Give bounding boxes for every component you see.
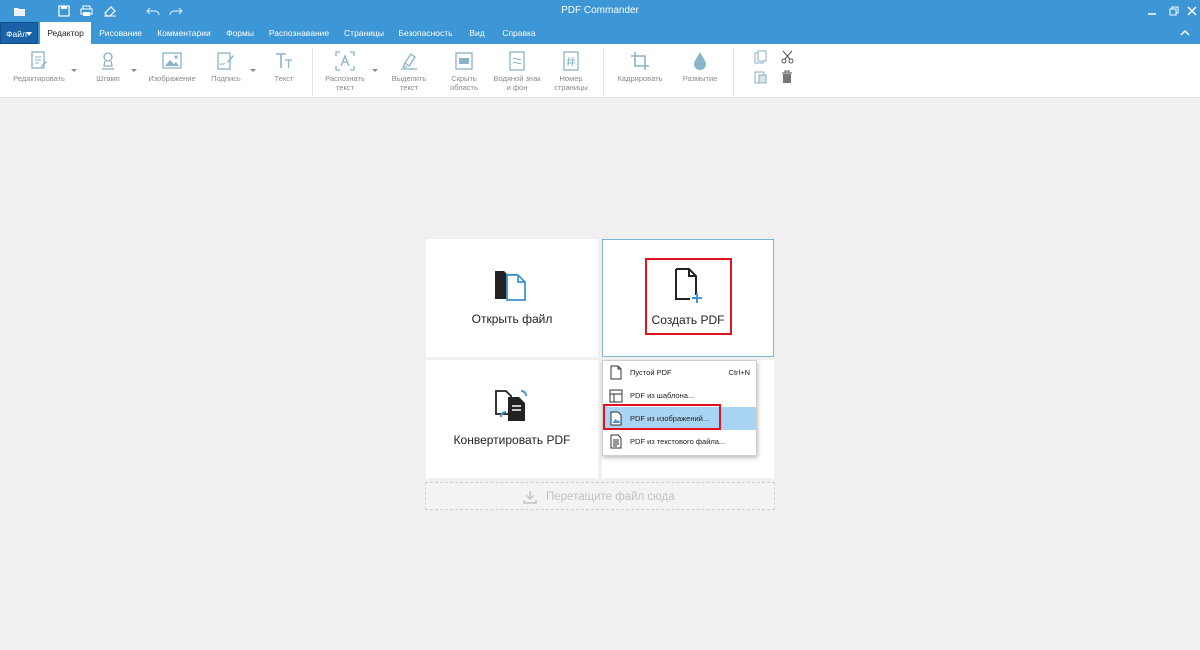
crop-icon (630, 51, 650, 71)
hide-area-icon (454, 51, 474, 71)
eraser-icon[interactable] (102, 3, 118, 19)
signature-button[interactable]: Подпись (206, 51, 246, 83)
download-icon (523, 490, 537, 504)
edit-document-icon (29, 51, 49, 71)
signature-dropdown-icon[interactable] (250, 69, 256, 72)
stamp-icon (98, 51, 118, 71)
image-icon (162, 51, 182, 71)
select-text-label: Выделить текст (391, 74, 427, 92)
watermark-label: Водяной знак и фон (493, 74, 541, 92)
image-label: Изображение (148, 74, 196, 83)
image-button[interactable]: Изображение (145, 51, 199, 83)
drop-zone[interactable]: Перетащите файл сюда (425, 482, 775, 510)
menu-item-label: Пустой PDF (630, 368, 672, 377)
hide-area-label: Скрыть область (450, 74, 478, 92)
toolbar-divider (312, 48, 313, 96)
tab-editor[interactable]: Редактор (40, 22, 91, 44)
close-icon[interactable] (1184, 3, 1200, 19)
print-icon[interactable] (78, 3, 94, 19)
create-pdf-highlight-box (645, 258, 732, 335)
file-menu-button[interactable]: Файл (0, 22, 38, 44)
text-file-icon (609, 433, 623, 450)
file-menu-label: Файл (6, 29, 27, 39)
signature-label: Подпись (211, 74, 241, 83)
tab-comments[interactable]: Комментарии (152, 22, 216, 44)
stamp-label: Штамп (96, 74, 120, 83)
blank-page-icon (609, 364, 623, 381)
restore-icon[interactable] (1166, 3, 1182, 19)
collapse-ribbon-icon[interactable] (1178, 26, 1192, 40)
recognize-dropdown-icon[interactable] (372, 69, 378, 72)
title-bar: PDF Commander (0, 0, 1200, 22)
menu-item-blank-pdf[interactable]: Пустой PDF Ctrl+N (603, 361, 756, 384)
recognize-text-label: Распознать текст (325, 74, 365, 92)
template-icon (609, 387, 623, 404)
menu-item-label: PDF из текстового файла... (630, 437, 726, 446)
convert-pdf-card[interactable]: Конвертировать PDF (426, 360, 598, 478)
chevron-down-icon (26, 32, 32, 36)
ribbon-tabs: Файл Редактор Рисование Комментарии Форм… (0, 22, 1200, 44)
recognize-text-icon (335, 51, 355, 71)
minimize-icon[interactable] (1144, 3, 1160, 19)
page-number-button[interactable]: Номер страницы (550, 51, 592, 92)
trash-icon[interactable] (780, 70, 794, 84)
blur-label: Размытие (682, 74, 718, 83)
copy-icon[interactable] (753, 50, 767, 64)
convert-pdf-label: Конвертировать PDF (453, 433, 571, 447)
text-button[interactable]: Текст (268, 51, 300, 83)
menu-item-from-text-file[interactable]: PDF из текстового файла... (603, 430, 756, 453)
text-icon (274, 51, 294, 71)
save-icon[interactable] (56, 3, 72, 19)
blur-button[interactable]: Размытие (680, 51, 720, 83)
recognize-text-button[interactable]: Распознать текст (320, 51, 370, 92)
editor-toolbar: Редактировать Штамп Изображение Подпись … (0, 44, 1200, 98)
text-label: Текст (274, 74, 294, 83)
tab-help[interactable]: Справка (498, 22, 540, 44)
select-text-button[interactable]: Выделить текст (386, 51, 432, 92)
page-number-label: Номер страницы (554, 74, 588, 92)
page-number-icon (561, 51, 581, 71)
open-file-card[interactable]: Открыть файл (426, 239, 598, 357)
stamp-button[interactable]: Штамп (92, 51, 124, 83)
tab-recognition[interactable]: Распознавание (265, 22, 333, 44)
menu-item-shortcut: Ctrl+N (728, 368, 750, 377)
open-folder-file-icon (493, 267, 531, 306)
crop-label: Кадрировать (617, 74, 663, 83)
water-drop-icon (690, 51, 710, 71)
signature-icon (216, 51, 236, 71)
watermark-icon (507, 51, 527, 71)
tab-security[interactable]: Безопасность (395, 22, 456, 44)
stamp-dropdown-icon[interactable] (131, 69, 137, 72)
drop-zone-label: Перетащите файл сюда (546, 491, 675, 503)
redo-icon[interactable] (168, 3, 184, 19)
paste-icon[interactable] (753, 70, 767, 84)
tab-view[interactable]: Вид (463, 22, 491, 44)
tab-pages[interactable]: Страницы (339, 22, 389, 44)
tab-drawing[interactable]: Рисование (94, 22, 147, 44)
watermark-button[interactable]: Водяной знак и фон (489, 51, 545, 92)
tab-forms[interactable]: Формы (221, 22, 259, 44)
from-images-highlight-box (603, 404, 721, 430)
open-file-label: Открыть файл (471, 312, 553, 326)
convert-files-icon (493, 387, 531, 428)
hide-area-button[interactable]: Скрыть область (442, 51, 486, 92)
edit-label: Редактировать (13, 74, 65, 83)
undo-icon[interactable] (145, 3, 161, 19)
open-folder-icon[interactable] (11, 3, 27, 19)
toolbar-divider (603, 48, 604, 96)
highlighter-icon (399, 51, 419, 71)
edit-dropdown-icon[interactable] (71, 69, 77, 72)
crop-button[interactable]: Кадрировать (613, 51, 667, 83)
scissors-icon[interactable] (780, 50, 794, 64)
toolbar-divider (733, 48, 734, 96)
edit-button[interactable]: Редактировать (8, 51, 70, 83)
